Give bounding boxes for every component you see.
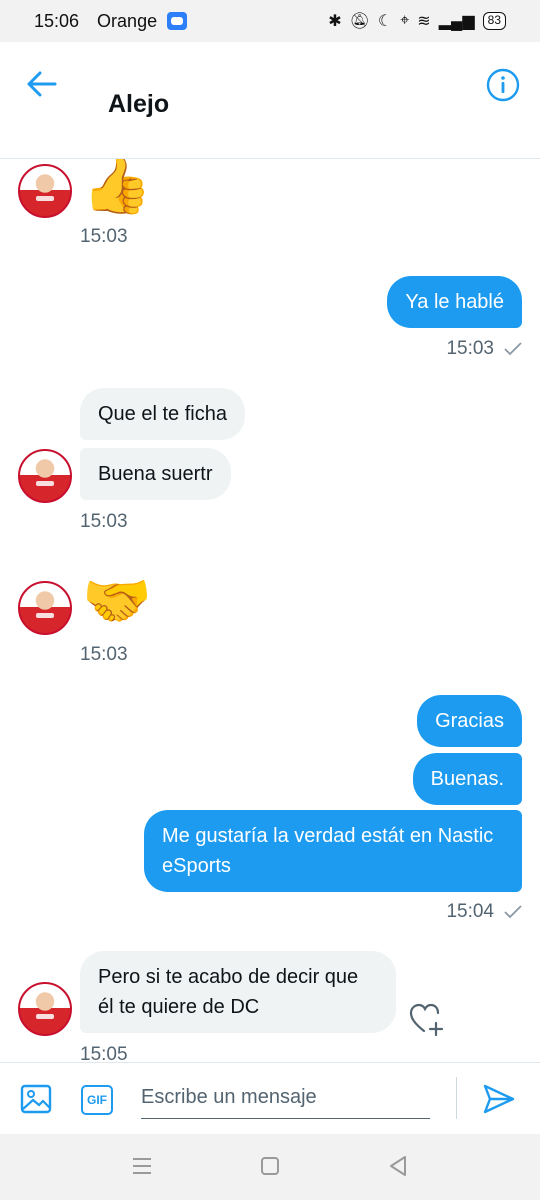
message-timestamp: 15:03 bbox=[80, 644, 128, 665]
avatar[interactable] bbox=[18, 164, 72, 218]
read-check-icon bbox=[504, 905, 522, 919]
notification-app-icon bbox=[167, 12, 188, 30]
incoming-message[interactable]: Pero si te acabo de decir que él te quie… bbox=[80, 951, 396, 1033]
heart-plus-icon[interactable] bbox=[408, 1001, 446, 1037]
gif-button[interactable]: GIF bbox=[81, 1085, 113, 1115]
status-bar: 15:06 Orange ✱ 🔕︎ ☾ ⌖ ≋ ▂▄▆ 83 bbox=[0, 0, 540, 42]
menu-nav-icon[interactable] bbox=[130, 1154, 154, 1178]
mute-icon: 🔕︎ bbox=[349, 13, 370, 30]
bluetooth-icon: ✱ bbox=[328, 13, 342, 30]
send-icon[interactable] bbox=[482, 1083, 516, 1115]
info-icon[interactable] bbox=[486, 68, 520, 102]
message-timestamp: 15:05 bbox=[80, 1044, 128, 1062]
outgoing-message[interactable]: Ya le hablé bbox=[387, 276, 522, 328]
system-nav-bar bbox=[0, 1134, 540, 1200]
message-composer: GIF bbox=[0, 1062, 540, 1134]
message-list[interactable]: 👍 15:03 Ya le hablé 15:03 Que el te fich… bbox=[0, 159, 540, 1062]
dm-conversation-screen: 15:06 Orange ✱ 🔕︎ ☾ ⌖ ≋ ▂▄▆ 83 Alejo 👍 1… bbox=[0, 0, 540, 1200]
message-timestamp: 15:03 bbox=[80, 226, 128, 247]
read-check-icon bbox=[504, 342, 522, 356]
avatar[interactable] bbox=[18, 449, 72, 503]
message-timestamp: 15:03 bbox=[446, 338, 494, 359]
image-icon[interactable] bbox=[20, 1083, 52, 1115]
wifi-icon: ≋ bbox=[417, 13, 431, 30]
home-nav-icon[interactable] bbox=[258, 1154, 282, 1178]
location-icon: ⌖ bbox=[400, 12, 410, 29]
avatar[interactable] bbox=[18, 982, 72, 1036]
status-time: 15:06 bbox=[34, 10, 80, 31]
incoming-message[interactable]: Buena suertr bbox=[80, 448, 231, 500]
avatar[interactable] bbox=[18, 581, 72, 635]
message-timestamp: 15:03 bbox=[80, 511, 128, 532]
message-input[interactable] bbox=[141, 1077, 430, 1119]
conversation-title: Alejo bbox=[108, 90, 170, 118]
message-emoji[interactable]: 🤝 bbox=[82, 571, 152, 631]
conversation-header: Alejo bbox=[0, 42, 540, 159]
incoming-message[interactable]: Que el te ficha bbox=[80, 388, 245, 440]
signal-icon: ▂▄▆ bbox=[438, 13, 475, 30]
message-emoji[interactable]: 👍 bbox=[82, 159, 152, 215]
composer-divider bbox=[456, 1077, 457, 1119]
outgoing-message[interactable]: Me gustaría la verdad estát en Nastic eS… bbox=[144, 810, 522, 892]
outgoing-message[interactable]: Buenas. bbox=[412, 753, 522, 805]
do-not-disturb-icon: ☾ bbox=[377, 13, 393, 30]
status-icons: ✱ 🔕︎ ☾ ⌖ ≋ ▂▄▆ 83 bbox=[328, 11, 506, 31]
back-nav-icon[interactable] bbox=[386, 1154, 410, 1178]
battery-indicator: 83 bbox=[482, 12, 506, 30]
message-timestamp: 15:04 bbox=[446, 901, 494, 922]
back-arrow-icon[interactable] bbox=[26, 70, 58, 98]
status-carrier: Orange bbox=[97, 10, 158, 31]
outgoing-message[interactable]: Gracias bbox=[417, 695, 522, 747]
